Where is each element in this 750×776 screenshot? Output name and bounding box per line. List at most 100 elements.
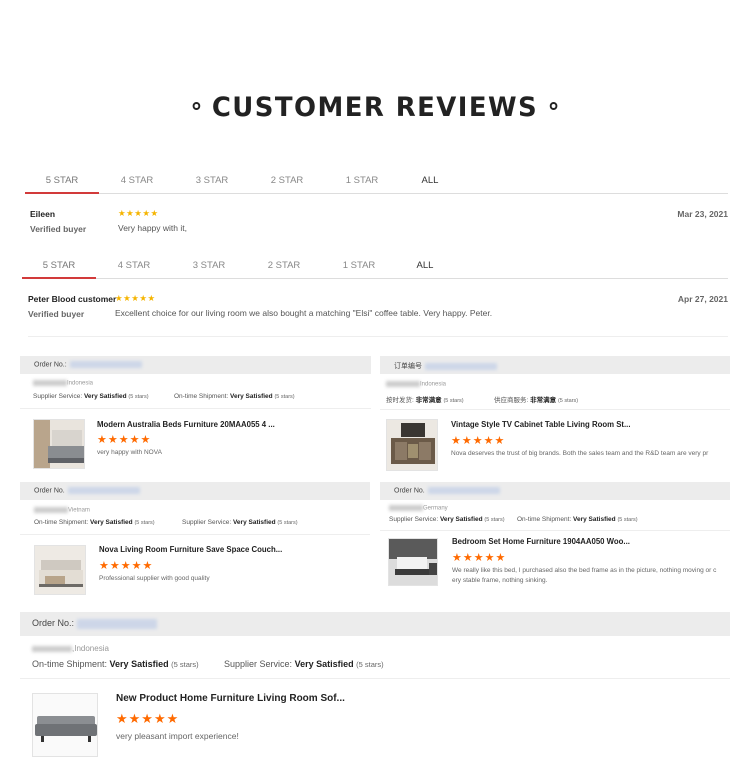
product-name[interactable]: Bedroom Set Home Furniture 1904AA050 Woo…	[452, 537, 630, 546]
shipment-rating: On-time Shipment: Very Satisfied (5 star…	[34, 519, 155, 526]
divider	[20, 408, 371, 409]
order-number-blurred	[427, 487, 500, 494]
buyer-country: Vietnam	[34, 507, 90, 514]
verified-buyer-label: Verified buyer	[30, 224, 87, 234]
order-bar: Order No.	[20, 482, 370, 500]
product-name[interactable]: New Product Home Furniture Living Room S…	[116, 693, 345, 704]
tv-cabinet-image-icon	[387, 420, 437, 470]
order-number-blurred	[425, 362, 497, 370]
service-rating: Supplier Service: Very Satisfied (5 star…	[389, 516, 505, 523]
reviewer-name: Peter Blood customer	[28, 294, 117, 304]
country-name: ,Indonesia	[72, 644, 109, 653]
product-thumbnail[interactable]	[32, 693, 98, 757]
buyer-name-blurred	[33, 380, 67, 386]
product-thumbnail[interactable]	[33, 419, 85, 469]
tab-1-star[interactable]: 1 STAR	[325, 175, 399, 186]
shipment-rating: On-time Shipment: Very Satisfied (5 star…	[517, 516, 638, 523]
review-date: Mar 23, 2021	[677, 209, 728, 219]
shipment-rating: On-time Shipment: Very Satisfied (5 star…	[174, 393, 295, 400]
page-title: CUSTOMER REVIEWS	[15, 92, 735, 123]
review-item: Peter Blood customer ★★★★★ Verified buye…	[28, 293, 728, 323]
title-text: CUSTOMER REVIEWS	[211, 92, 539, 123]
service-rating: Supplier Service: Very Satisfied (5 star…	[224, 659, 384, 669]
order-bar: Order No.	[380, 482, 730, 500]
tab-5-star[interactable]: 5 STAR	[25, 175, 99, 194]
service-rating: Supplier Service: Very Satisfied (5 star…	[33, 393, 149, 400]
review-comment: Professional supplier with good quality	[99, 575, 210, 582]
divider	[28, 336, 728, 337]
rating-stars: ★★★★★	[116, 711, 180, 726]
order-number-label: Order No.	[394, 487, 425, 495]
service-rating: 供应商服务: 非常满意 (5 stars)	[494, 397, 579, 404]
tab-4-star[interactable]: 4 STAR	[97, 260, 171, 271]
shipment-rating: On-time Shipment: Very Satisfied (5 star…	[32, 659, 199, 669]
sofa-image-icon	[33, 694, 97, 756]
tab-1-star[interactable]: 1 STAR	[322, 260, 396, 271]
review-comment-continued: ery stable frame, nothing sinking.	[452, 577, 548, 584]
buyer-country: Indonesia	[386, 381, 446, 388]
product-thumbnail[interactable]	[34, 545, 86, 595]
sofa-bed-image-icon	[35, 546, 85, 594]
buyer-name-blurred	[389, 505, 423, 511]
rating-stars: ★★★★★	[118, 208, 159, 218]
country-name: Indonesia	[420, 381, 447, 388]
review-comment: very happy with NOVA	[97, 449, 162, 456]
tab-all[interactable]: ALL	[388, 260, 462, 271]
country-name: Germany	[423, 505, 448, 512]
bedroom-set-image-icon	[389, 539, 437, 585]
buyer-name-blurred	[32, 645, 72, 652]
divider	[380, 409, 730, 410]
divider	[380, 530, 730, 531]
buyer-name-blurred	[386, 381, 420, 387]
order-number-label: Order No.:	[34, 361, 67, 369]
shipment-rating: 按时发货: 非常满意 (5 stars)	[386, 397, 464, 404]
service-rating: Supplier Service: Very Satisfied (5 star…	[182, 519, 298, 526]
rating-stars: ★★★★★	[97, 434, 152, 446]
review-comment: very pleasant import experience!	[116, 731, 239, 741]
star-filter-tabs: 5 STAR 4 STAR 3 STAR 2 STAR 1 STAR ALL	[25, 170, 728, 194]
buyer-country: ,Indonesia	[32, 644, 109, 653]
order-number-label: Order No.:	[32, 618, 75, 628]
star-filter-tabs: 5 STAR 4 STAR 3 STAR 2 STAR 1 STAR ALL	[22, 255, 728, 279]
divider	[20, 534, 370, 535]
product-thumbnail[interactable]	[386, 419, 438, 471]
order-number-blurred	[67, 487, 140, 494]
divider	[20, 678, 730, 679]
bullet-dot-icon	[192, 101, 201, 110]
buyer-name-blurred	[34, 507, 68, 513]
country-name: Vietnam	[68, 507, 90, 514]
reviewer-name: Eileen	[30, 209, 56, 219]
rating-stars: ★★★★★	[115, 293, 156, 303]
order-number-label: Order No.	[34, 487, 65, 495]
country-name: Indonesia	[67, 380, 94, 387]
product-name[interactable]: Modern Australia Beds Furniture 20MAA055…	[97, 420, 275, 429]
tab-2-star[interactable]: 2 STAR	[250, 175, 324, 186]
tab-3-star[interactable]: 3 STAR	[172, 260, 246, 271]
tab-all[interactable]: ALL	[393, 175, 467, 186]
product-name[interactable]: Vintage Style TV Cabinet Table Living Ro…	[451, 420, 631, 429]
order-bar: 订单编号	[380, 356, 730, 374]
product-name[interactable]: Nova Living Room Furniture Save Space Co…	[99, 545, 282, 554]
tab-4-star[interactable]: 4 STAR	[100, 175, 174, 186]
review-comment: Nova deserves the trust of big brands. B…	[451, 450, 709, 457]
review-date: Apr 27, 2021	[677, 294, 728, 304]
bullet-dot-icon	[549, 101, 558, 110]
buyer-country: Indonesia	[33, 380, 93, 387]
order-number-blurred	[77, 618, 158, 629]
tab-5-star[interactable]: 5 STAR	[22, 260, 96, 279]
rating-stars: ★★★★★	[451, 435, 506, 447]
rating-stars: ★★★★★	[99, 560, 154, 572]
review-text: Very happy with it,	[118, 223, 187, 233]
product-thumbnail[interactable]	[388, 538, 438, 586]
bed-image-icon	[34, 420, 84, 468]
order-number-blurred	[69, 361, 142, 368]
order-bar: Order No.:	[20, 612, 730, 636]
tab-3-star[interactable]: 3 STAR	[175, 175, 249, 186]
order-bar: Order No.:	[20, 356, 371, 374]
buyer-country: Germany	[389, 505, 448, 512]
tab-2-star[interactable]: 2 STAR	[247, 260, 321, 271]
rating-stars: ★★★★★	[452, 552, 507, 564]
verified-buyer-label: Verified buyer	[28, 309, 85, 319]
review-item: Eileen ★★★★★ Verified buyer Very happy w…	[28, 208, 728, 238]
review-text: Excellent choice for our living room we …	[115, 308, 493, 318]
